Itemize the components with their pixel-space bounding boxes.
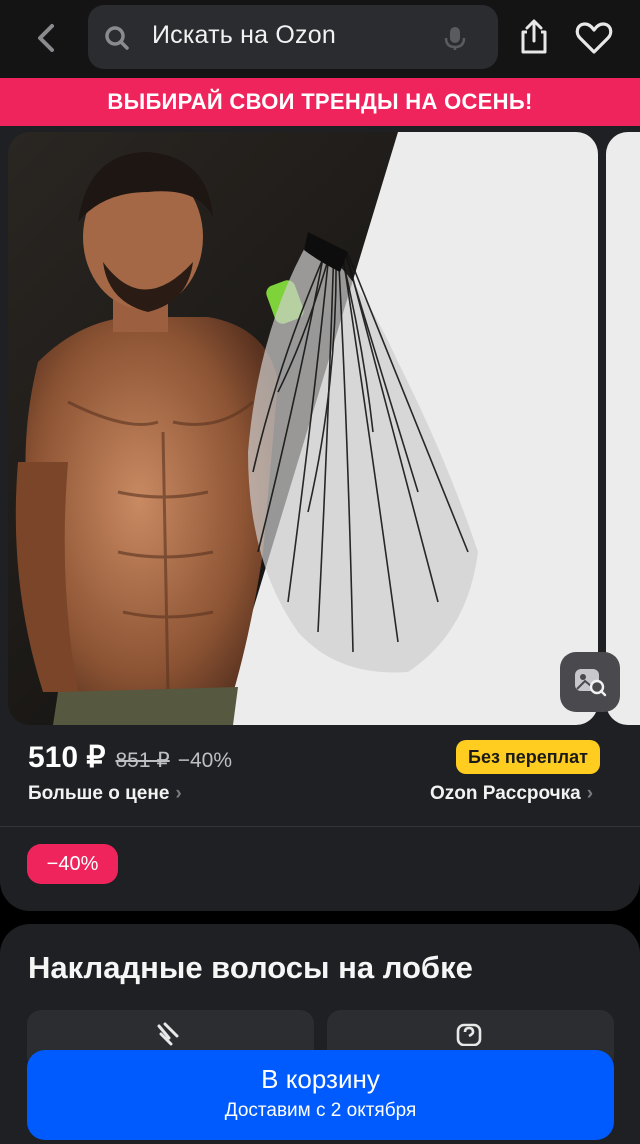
- more-about-price-link[interactable]: Больше о цене ›: [28, 783, 182, 805]
- next-image-preview[interactable]: [606, 132, 640, 725]
- search-icon: [105, 26, 129, 50]
- delivery-date: Доставим с 2 октября: [224, 1100, 417, 1121]
- old-price: 851 ₽: [115, 749, 170, 772]
- current-price: 510 ₽: [28, 741, 106, 774]
- share-icon[interactable]: [515, 18, 553, 56]
- back-button[interactable]: [26, 18, 66, 58]
- product-title: Накладные волосы на лобке: [28, 950, 473, 985]
- price-discount: −40%: [177, 749, 233, 772]
- visual-search-button[interactable]: [560, 652, 620, 712]
- add-to-cart-button[interactable]: В корзину Доставим с 2 октября: [27, 1050, 614, 1140]
- product-photo: [8, 132, 598, 725]
- search-placeholder: Искать на Ozon: [152, 21, 336, 49]
- chevron-right-icon: ›: [586, 783, 594, 804]
- ozon-installment-link[interactable]: Ozon Рассрочка ›: [430, 783, 593, 805]
- discount-badge: −40%: [27, 844, 118, 884]
- thumbs-icon: [157, 1022, 179, 1046]
- back-arrow-icon: [38, 24, 54, 52]
- search-bar[interactable]: Искать на Ozon: [88, 5, 498, 69]
- product-card: 510 ₽ 851 ₽ −40% Больше о цене › Без пере…: [0, 126, 640, 911]
- chevron-right-icon: ›: [175, 783, 182, 804]
- microphone-icon[interactable]: [442, 25, 468, 51]
- divider: [0, 826, 640, 827]
- question-icon: [456, 1023, 482, 1046]
- heart-icon[interactable]: [574, 18, 614, 58]
- price-row: 510 ₽ 851 ₽ −40%: [28, 740, 232, 780]
- installment-label: Ozon Рассрочка: [430, 783, 581, 804]
- more-about-price-label: Больше о цене: [28, 783, 170, 804]
- promo-banner[interactable]: ВЫБИРАЙ СВОИ ТРЕНДЫ НА ОСЕНЬ!: [0, 78, 640, 126]
- product-image-gallery[interactable]: [8, 132, 598, 725]
- top-bar: Искать на Ozon: [0, 0, 640, 78]
- installment-badge: Без переплат: [456, 740, 600, 774]
- cart-button-label: В корзину: [261, 1064, 380, 1094]
- image-search-icon: [575, 669, 607, 697]
